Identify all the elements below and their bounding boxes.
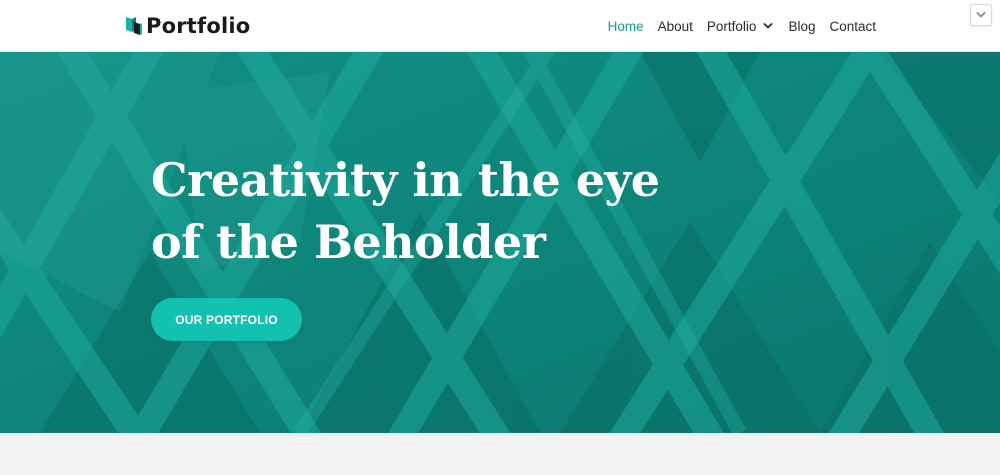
nav-item-about[interactable]: About [658,19,693,34]
our-portfolio-button[interactable]: OUR PORTFOLIO [151,298,302,341]
brand-name: Portfolio [146,14,251,38]
hero-section: Creativity in the eye of the Beholder OU… [0,52,1000,433]
site-header: Portfolio Home About Portfolio Blog Cont… [0,0,1000,52]
site-logo[interactable]: Portfolio [126,12,250,40]
hero-title: Creativity in the eye of the Beholder [151,149,671,273]
next-section-strip [0,433,1000,475]
main-nav: Home About Portfolio Blog Contact [594,0,876,52]
nav-item-contact[interactable]: Contact [829,19,876,34]
hero-title-line-2: of the Beholder [151,215,546,269]
nav-item-home[interactable]: Home [608,19,644,34]
nav-item-portfolio[interactable]: Portfolio [707,19,775,34]
nav-item-blog[interactable]: Blog [788,19,815,34]
nav-item-portfolio-label: Portfolio [706,18,757,34]
collapse-toggle-button[interactable] [970,4,992,26]
chevron-down-icon [764,23,773,29]
chevron-down-icon [976,12,986,18]
stacked-blocks-icon [126,17,142,35]
hero-title-line-1: Creativity in the eye [151,153,660,207]
